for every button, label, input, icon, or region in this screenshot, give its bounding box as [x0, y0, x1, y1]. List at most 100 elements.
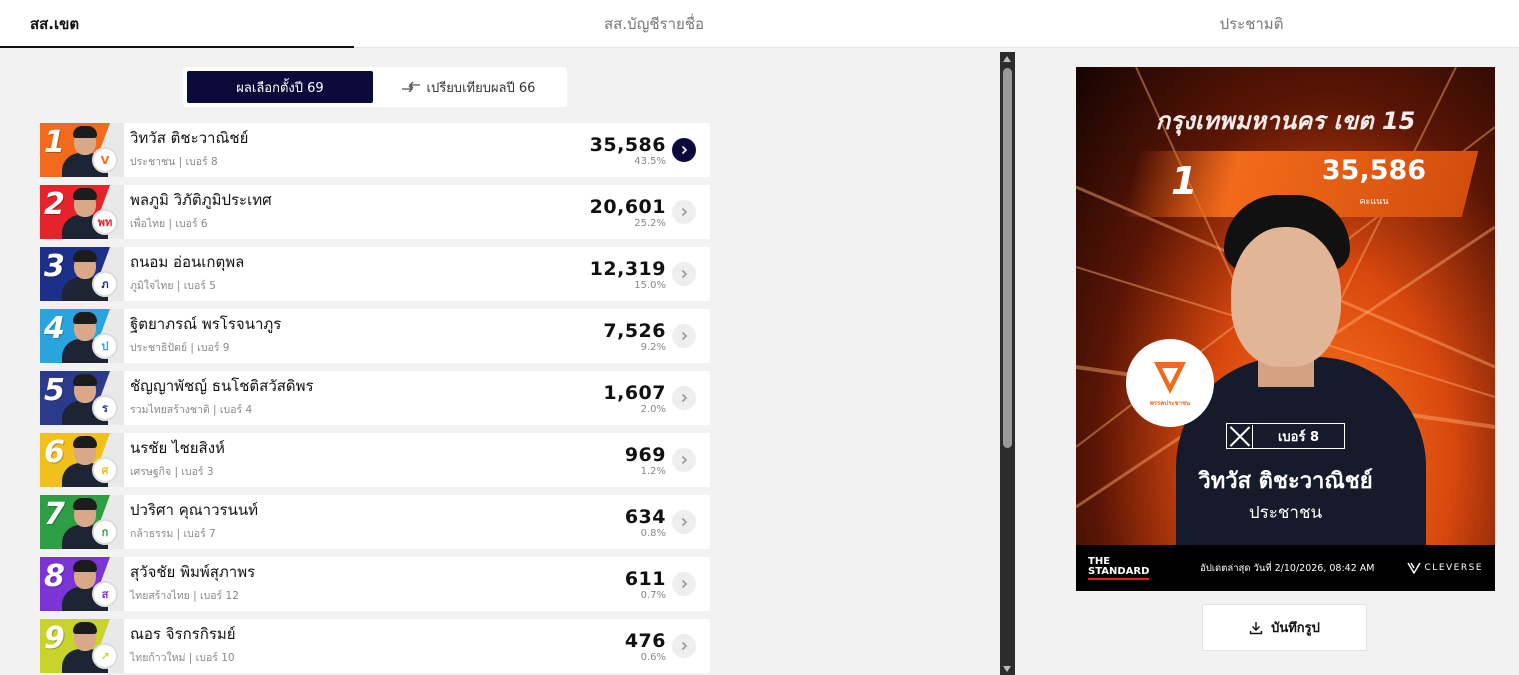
- rank-number: 9: [44, 621, 65, 656]
- vote-count: 634: [624, 505, 666, 528]
- vote-percent: 0.6%: [640, 651, 666, 663]
- candidate-name: นรชัย ไชยสิงห์: [130, 439, 225, 457]
- download-icon: [1249, 621, 1263, 634]
- candidate-hair: [73, 188, 97, 200]
- candidate-row[interactable]: 6 ศ นรชัย ไชยสิงห์ เศรษฐกิจ | เบอร์ 3 96…: [40, 433, 710, 487]
- save-image-button[interactable]: บันทึกรูป: [1202, 604, 1367, 651]
- results-panel: ผลเลือกตั้งปี 69 เปรียบเทียบผลปี 66 1 V …: [0, 48, 1000, 675]
- candidate-row[interactable]: 8 ส สุวัจชัย พิมพ์สุภาพร ไทยสร้างไทย | เ…: [40, 557, 710, 611]
- compare-arrows-icon: [401, 81, 420, 93]
- candidate-party: รวมไทยสร้างชาติ | เบอร์ 4: [130, 404, 253, 416]
- candidate-photo: 9 ↗: [40, 619, 124, 673]
- vote-count: 1,607: [603, 381, 666, 404]
- candidate-party: ไทยสร้างไทย | เบอร์ 12: [130, 590, 239, 602]
- view-detail-button[interactable]: [672, 510, 696, 534]
- chevron-right-icon: [681, 517, 688, 527]
- peoples-party-icon: [1154, 362, 1186, 394]
- vote-percent: 25.2%: [634, 217, 666, 229]
- rank-number: 6: [44, 435, 65, 470]
- scroll-up-arrow[interactable]: [1003, 56, 1011, 62]
- candidate-votes: 611 0.7%: [546, 568, 666, 601]
- candidate-name: ปวริศา คุณาวรนนท์: [130, 501, 258, 519]
- sponsor-text: CLEVERSE: [1424, 563, 1483, 573]
- chevron-right-icon: [681, 331, 688, 341]
- candidate-info: นรชัย ไชยสิงห์ เศรษฐกิจ | เบอร์ 3: [130, 439, 546, 480]
- chevron-right-icon: [681, 145, 688, 155]
- cleverse-icon: [1406, 562, 1421, 574]
- vote-percent: 43.5%: [634, 155, 666, 167]
- candidate-votes: 12,319 15.0%: [546, 258, 666, 291]
- view-detail-button[interactable]: [672, 138, 696, 162]
- save-image-label: บันทึกรูป: [1271, 621, 1320, 636]
- view-detail-button[interactable]: [672, 324, 696, 348]
- candidate-party: ประชาธิปัตย์ | เบอร์ 9: [130, 342, 230, 354]
- party-logo-text: พรรคประชาชน: [1149, 400, 1191, 407]
- candidate-row[interactable]: 3 ภ ถนอม อ่อนเกตุพล ภูมิใจไทย | เบอร์ 5 …: [40, 247, 710, 301]
- rank-number: 1: [44, 125, 65, 160]
- candidate-row[interactable]: 4 ป ฐิตยาภรณ์ พรโรจนาภูร ประชาธิปัตย์ | …: [40, 309, 710, 363]
- chevron-right-icon: [681, 579, 688, 589]
- ballot-number: เบอร์ 8: [1277, 429, 1320, 445]
- poster-rank: 1: [1171, 159, 1198, 203]
- candidate-row[interactable]: 9 ↗ ณอร จิรกรกิรมย์ ไทยก้าวใหม่ | เบอร์ …: [40, 619, 710, 673]
- candidate-hair: [73, 622, 97, 634]
- chevron-right-icon: [681, 269, 688, 279]
- poster-district-title: กรุงเทพมหานคร เขต 15: [1155, 107, 1416, 135]
- cleverse-logo: CLEVERSE: [1406, 562, 1483, 574]
- view-detail-button[interactable]: [672, 634, 696, 658]
- candidate-info: ปวริศา คุณาวรนนท์ กล้าธรรม | เบอร์ 7: [130, 501, 546, 542]
- candidate-votes: 476 0.6%: [546, 630, 666, 663]
- poster-panel: กรุงเทพมหานคร เขต 15 1 35,586 คะแนน พรรค…: [1015, 48, 1519, 675]
- rank-number: 7: [44, 497, 65, 532]
- candidate-votes: 634 0.8%: [546, 506, 666, 539]
- results-69-button[interactable]: ผลเลือกตั้งปี 69: [187, 71, 373, 103]
- tab-party-list-mp[interactable]: สส.บัญชีรายชื่อ: [354, 0, 954, 48]
- scrollbar[interactable]: [1000, 52, 1015, 675]
- compare-66-button[interactable]: เปรียบเทียบผลปี 66: [373, 71, 563, 103]
- party-badge-icon: ป: [92, 333, 118, 359]
- party-badge-icon: ก: [92, 519, 118, 545]
- candidate-photo: 4 ป: [40, 309, 124, 363]
- poster-votes-unit: คะแนน: [1359, 197, 1389, 207]
- brand-bottom: STANDARD: [1088, 566, 1150, 580]
- view-detail-button[interactable]: [672, 448, 696, 472]
- vote-percent: 2.0%: [640, 403, 666, 415]
- candidate-name: ฐิตยาภรณ์ พรโรจนาภูร: [130, 315, 282, 333]
- view-detail-button[interactable]: [672, 200, 696, 224]
- candidate-photo: 8 ส: [40, 557, 124, 611]
- view-detail-button[interactable]: [672, 572, 696, 596]
- candidate-votes: 1,607 2.0%: [546, 382, 666, 415]
- view-detail-button[interactable]: [672, 262, 696, 286]
- candidate-name: ชัญญาพัชญ์ ธนโชติสวัสดิพร: [130, 377, 314, 395]
- vote-count: 35,586: [589, 133, 666, 156]
- candidate-row[interactable]: 1 V วิทวัส ติชะวาณิชย์ ประชาชน | เบอร์ 8…: [40, 123, 710, 177]
- candidate-list: 1 V วิทวัส ติชะวาณิชย์ ประชาชน | เบอร์ 8…: [40, 123, 710, 675]
- view-detail-button[interactable]: [672, 386, 696, 410]
- ballot-cross-icon: [1227, 424, 1253, 448]
- tab-constituency-mp[interactable]: สส.เขต: [0, 0, 354, 49]
- scroll-thumb[interactable]: [1003, 68, 1012, 448]
- vote-count: 476: [624, 629, 666, 652]
- candidate-photo: 5 ร: [40, 371, 124, 425]
- candidate-info: วิทวัส ติชะวาณิชย์ ประชาชน | เบอร์ 8: [130, 129, 546, 170]
- vote-count: 20,601: [589, 195, 666, 218]
- candidate-party: กล้าธรรม | เบอร์ 7: [130, 528, 216, 540]
- scroll-down-arrow[interactable]: [1003, 666, 1011, 672]
- candidate-photo: 7 ก: [40, 495, 124, 549]
- candidate-row[interactable]: 5 ร ชัญญาพัชญ์ ธนโชติสวัสดิพร รวมไทยสร้า…: [40, 371, 710, 425]
- rank-number: 2: [44, 187, 65, 222]
- candidate-row[interactable]: 2 พท พลภูมิ วิภัติภูมิประเทศ เพื่อไทย | …: [40, 185, 710, 239]
- party-badge-icon: ↗: [92, 643, 118, 669]
- party-logo: พรรคประชาชน: [1126, 339, 1214, 427]
- candidate-info: ณอร จิรกรกิรมย์ ไทยก้าวใหม่ | เบอร์ 10: [130, 625, 546, 666]
- candidate-info: พลภูมิ วิภัติภูมิประเทศ เพื่อไทย | เบอร์…: [130, 191, 546, 232]
- candidate-name: วิทวัส ติชะวาณิชย์: [130, 129, 249, 147]
- chevron-right-icon: [681, 207, 688, 217]
- tab-referendum[interactable]: ประชามติ: [954, 0, 1519, 48]
- candidate-row[interactable]: 7 ก ปวริศา คุณาวรนนท์ กล้าธรรม | เบอร์ 7…: [40, 495, 710, 549]
- candidate-party: ประชาชน | เบอร์ 8: [130, 156, 218, 168]
- party-badge-icon: ศ: [92, 457, 118, 483]
- vote-percent: 15.0%: [634, 279, 666, 291]
- rank-number: 5: [44, 373, 65, 408]
- party-badge-icon: ภ: [92, 271, 118, 297]
